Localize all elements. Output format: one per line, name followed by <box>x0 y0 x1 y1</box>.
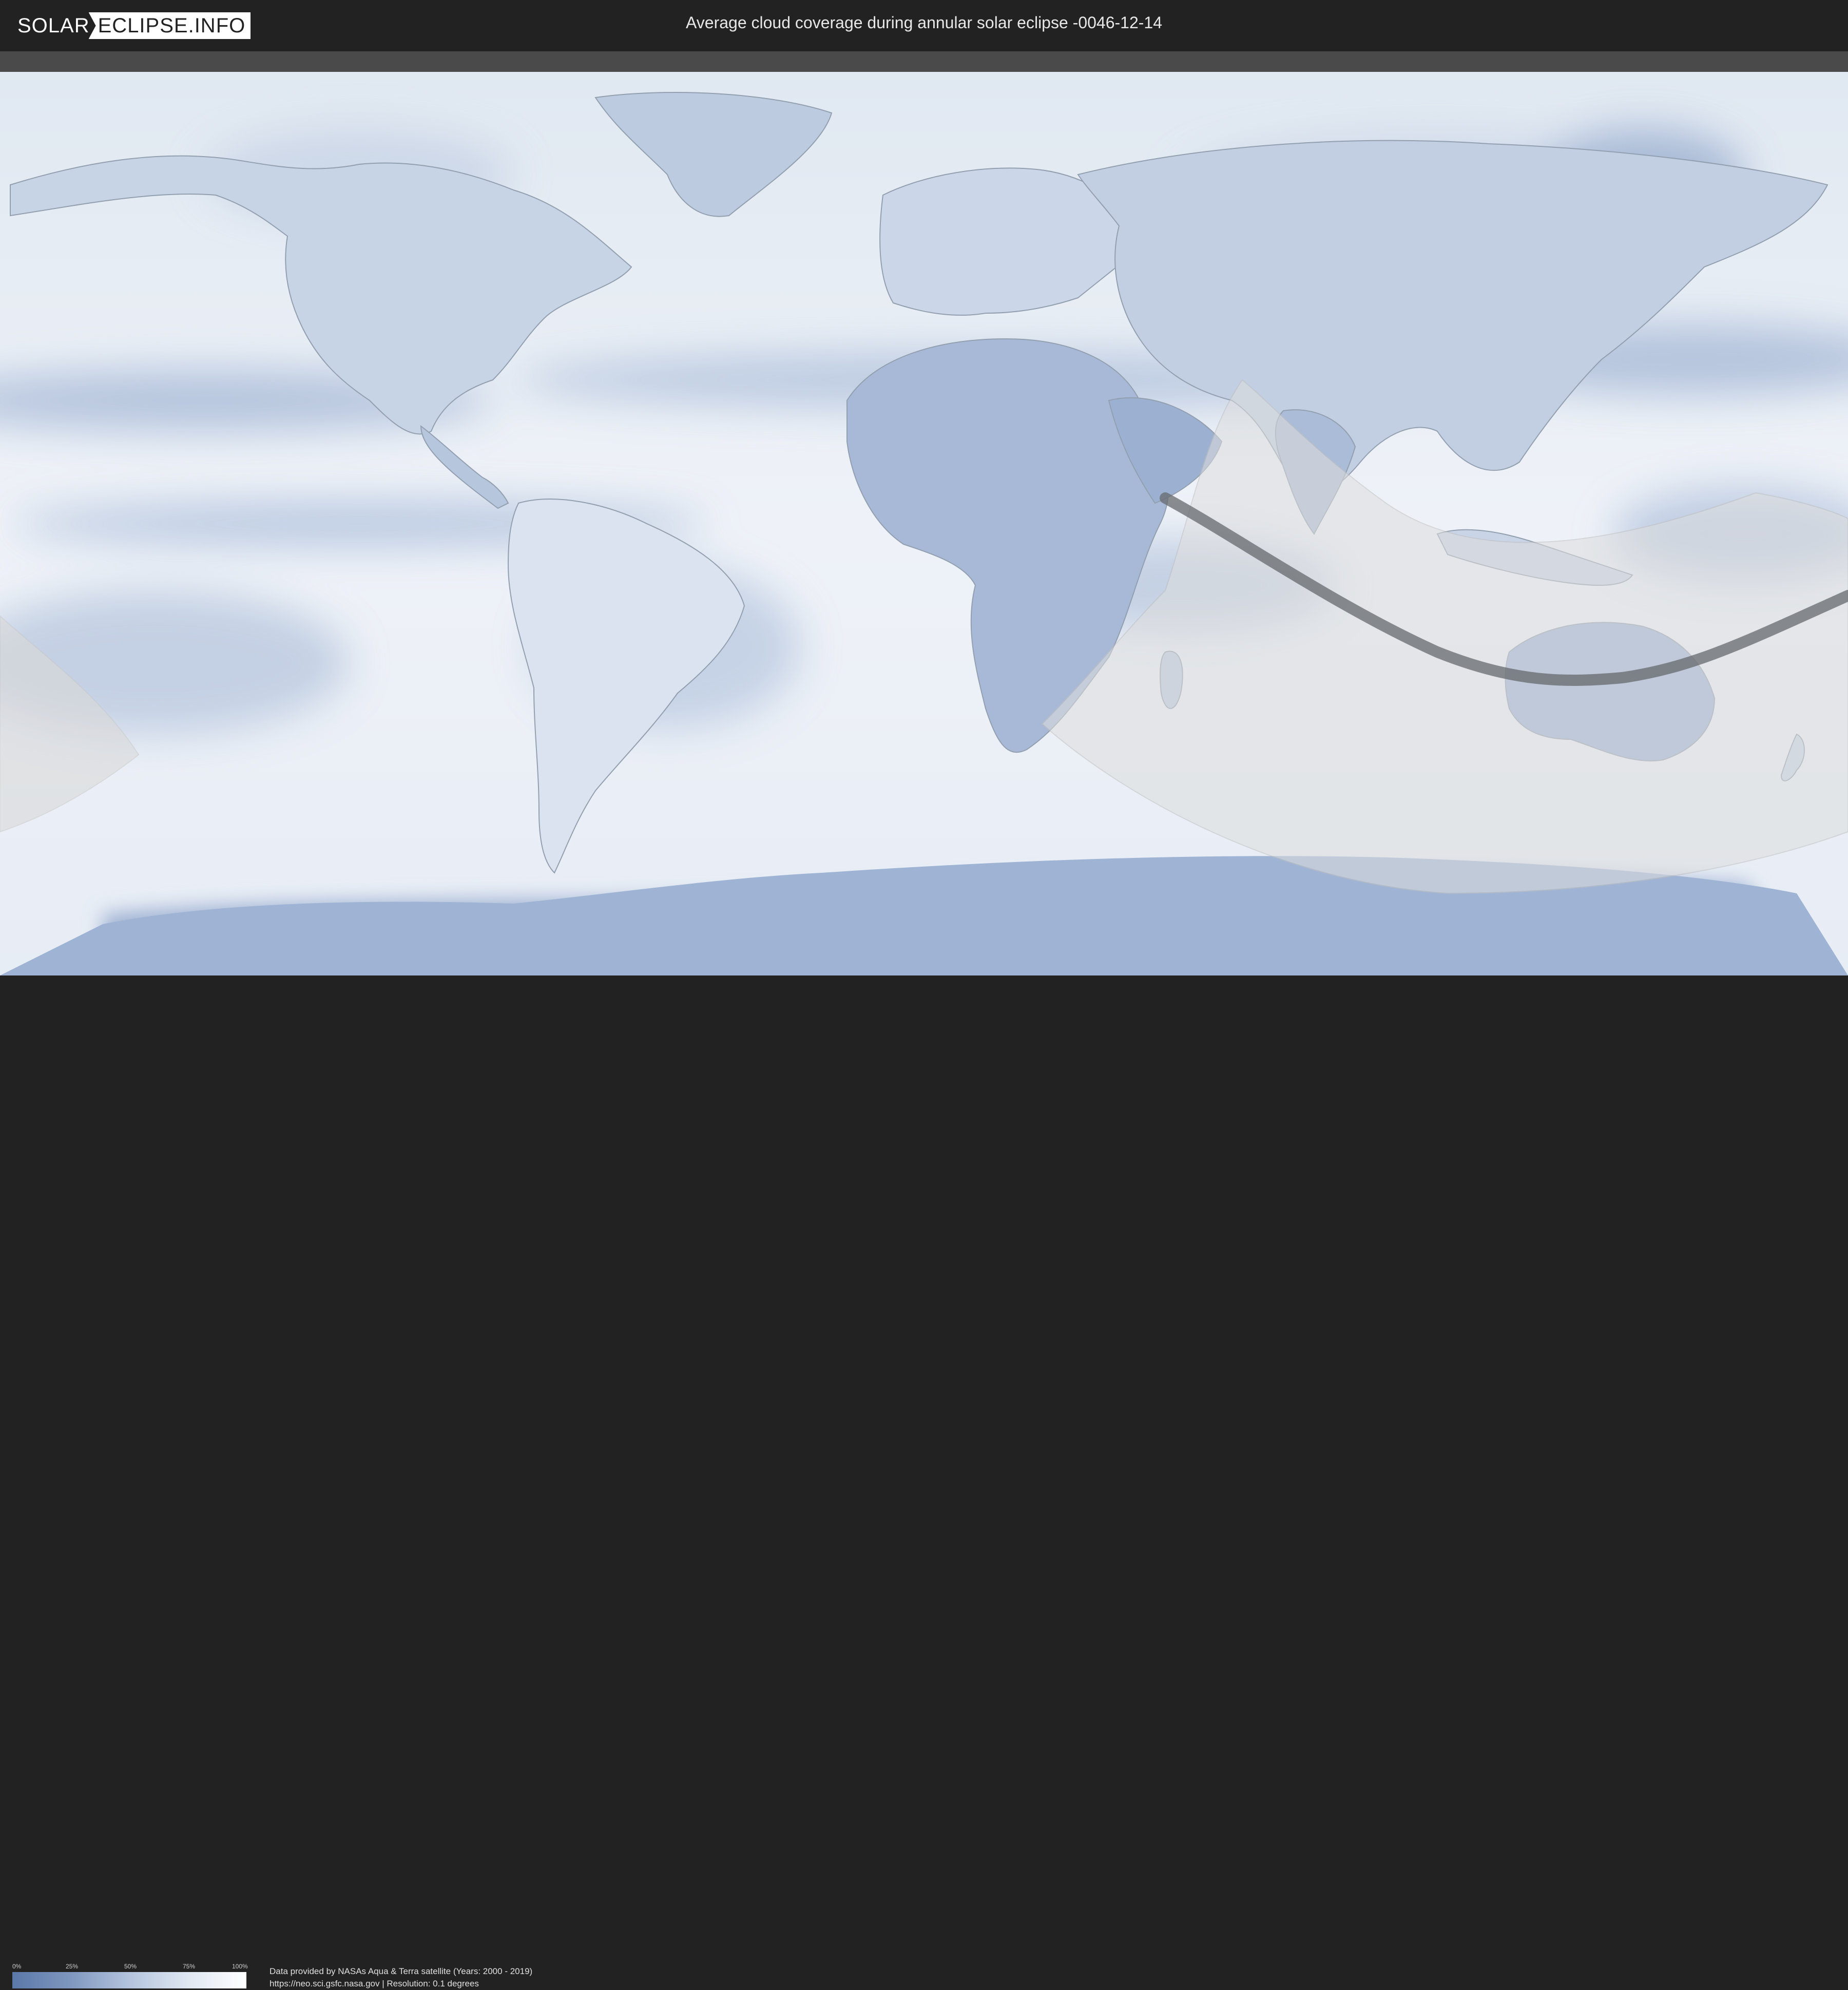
data-credits: Data provided by NASAs Aqua & Terra sate… <box>270 1965 532 1990</box>
legend-color-bar <box>12 1972 246 1988</box>
world-map[interactable] <box>0 72 1848 975</box>
map-title: Average cloud coverage during annular so… <box>686 13 1162 32</box>
credits-line-2[interactable]: https://neo.sci.gsfc.nasa.gov | Resoluti… <box>270 1978 532 1990</box>
footer-bar: 0% 25% 50% 75% 100% Data provided by NAS… <box>0 975 1848 1988</box>
legend-tick-75: 75% <box>183 1963 196 1970</box>
legend-tick-50: 50% <box>124 1963 137 1970</box>
credits-line-1: Data provided by NASAs Aqua & Terra sate… <box>270 1966 533 1976</box>
legend-tick-25: 25% <box>66 1963 79 1970</box>
legend-ticks: 0% 25% 50% 75% 100% <box>12 1963 248 1971</box>
legend-tick-100: 100% <box>232 1963 248 1970</box>
map-top-border <box>0 51 1848 72</box>
map-sheen <box>0 72 1848 975</box>
cloud-coverage-legend: 0% 25% 50% 75% 100% <box>12 1963 248 1988</box>
header-bar: SOLAR ECLIPSE.INFO Average cloud coverag… <box>0 0 1848 51</box>
map-canvas <box>0 72 1848 975</box>
legend-tick-0: 0% <box>12 1963 22 1970</box>
